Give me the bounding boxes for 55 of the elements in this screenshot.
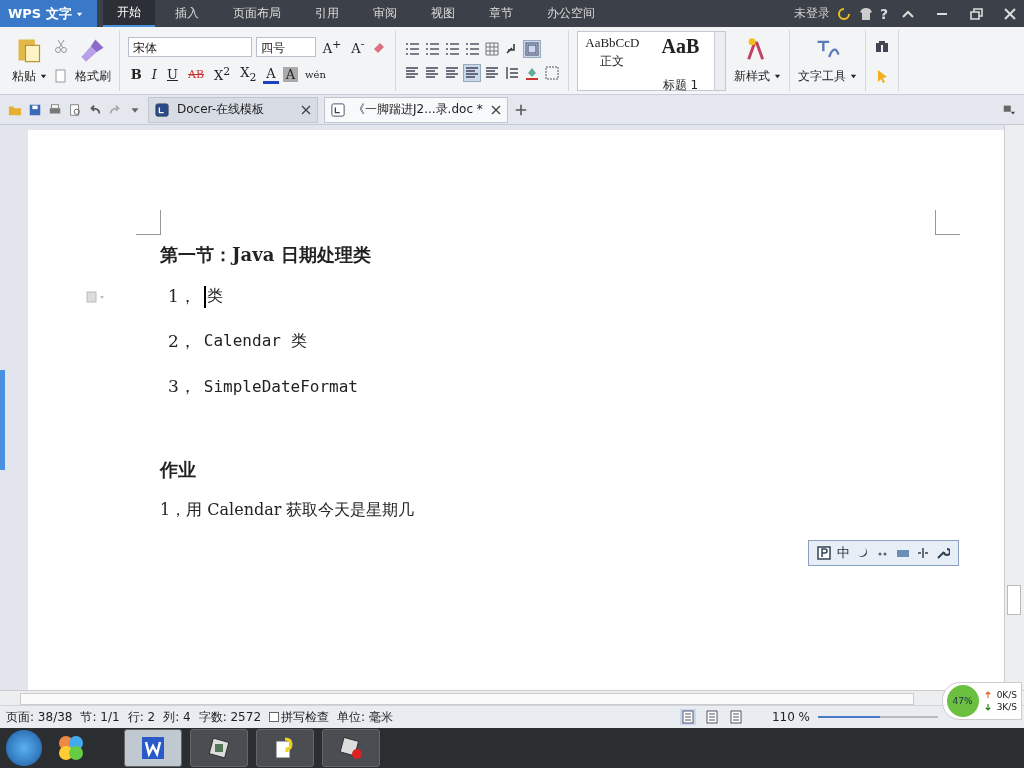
- app-menu-button[interactable]: WPS 文字: [0, 0, 98, 27]
- font-format-button[interactable]: AB: [184, 68, 207, 81]
- unit-field: 单位: 毫米: [337, 708, 393, 726]
- font-format-button[interactable]: X$_{2}$: [237, 65, 260, 84]
- list-number: 3，: [168, 375, 196, 398]
- download-speed: 3K/S: [996, 702, 1017, 712]
- zoom-level: 110 %: [771, 710, 810, 724]
- font-format-button[interactable]: X$^{2}$: [210, 65, 234, 84]
- list-item-text: Calendar 类: [203, 331, 307, 352]
- list-number: 2，: [168, 330, 196, 353]
- ribbon-tab[interactable]: 开始: [103, 0, 156, 27]
- font-size-field[interactable]: 四号: [255, 37, 316, 58]
- font-format-button[interactable]: I: [148, 67, 160, 82]
- font-format-button[interactable]: A: [282, 67, 299, 82]
- help-button[interactable]: ?: [879, 5, 888, 22]
- text-tools-button[interactable]: 文字工具: [798, 68, 857, 85]
- paragraph: 1，用 Calendar 获取今天是星期几: [160, 500, 416, 521]
- document-tab-title: 《一脚踹进J2...录.doc *: [353, 101, 483, 118]
- document-tab[interactable]: 《一脚踹进J2...录.doc *: [324, 96, 508, 123]
- font-format-button[interactable]: U: [163, 67, 181, 82]
- font-size-button[interactable]: A$^{+}$: [319, 38, 345, 57]
- list-item-text: 类: [206, 286, 223, 307]
- status-field: 页面: 38/38: [6, 708, 73, 726]
- ribbon-tab[interactable]: 审阅: [359, 0, 412, 27]
- status-field: 列: 4: [163, 708, 191, 726]
- ribbon-tab[interactable]: 视图: [417, 0, 470, 27]
- style-preset[interactable]: AaB 标题 1: [646, 31, 715, 90]
- font-format-button[interactable]: A: [263, 65, 279, 84]
- ribbon-tab[interactable]: 办公空间: [533, 0, 610, 27]
- ribbon-tab[interactable]: 插入: [161, 0, 214, 27]
- format-painter-button[interactable]: 格式刷: [74, 68, 111, 85]
- memory-gauge: 47%: [946, 685, 979, 717]
- status-field: 字数: 2572: [198, 708, 262, 726]
- paste-button[interactable]: 粘贴: [12, 68, 47, 85]
- spell-check-label[interactable]: 拼写检查: [281, 708, 330, 726]
- status-field: 节: 1/1: [80, 708, 120, 726]
- list-item-text: SimpleDateFormat: [203, 377, 358, 396]
- list-number: 1，: [168, 285, 196, 308]
- ribbon-tab[interactable]: 页面布局: [219, 0, 296, 27]
- document-tab-title: Docer-在线模板: [177, 101, 266, 118]
- ribbon-tab[interactable]: 引用: [301, 0, 354, 27]
- font-format-button[interactable]: wén: [302, 69, 329, 80]
- ime-mode-button[interactable]: 中: [837, 544, 850, 562]
- style-preset[interactable]: AaBbCcD 正文: [578, 31, 647, 90]
- section-heading: 作业: [160, 458, 197, 482]
- document-tab[interactable]: Docer-在线模板: [148, 96, 318, 123]
- font-size-button[interactable]: A$^{-}$: [348, 38, 368, 57]
- login-link[interactable]: 未登录: [793, 5, 830, 22]
- font-name-field[interactable]: 宋体: [127, 37, 252, 58]
- status-field: 行: 2: [127, 708, 156, 726]
- new-style-button[interactable]: 新样式: [734, 68, 782, 85]
- section-heading: 第一节：Java 日期处理类: [160, 243, 372, 267]
- font-format-button[interactable]: B: [127, 67, 145, 82]
- ribbon-tab[interactable]: 章节: [475, 0, 528, 27]
- upload-speed: 0K/S: [996, 690, 1017, 700]
